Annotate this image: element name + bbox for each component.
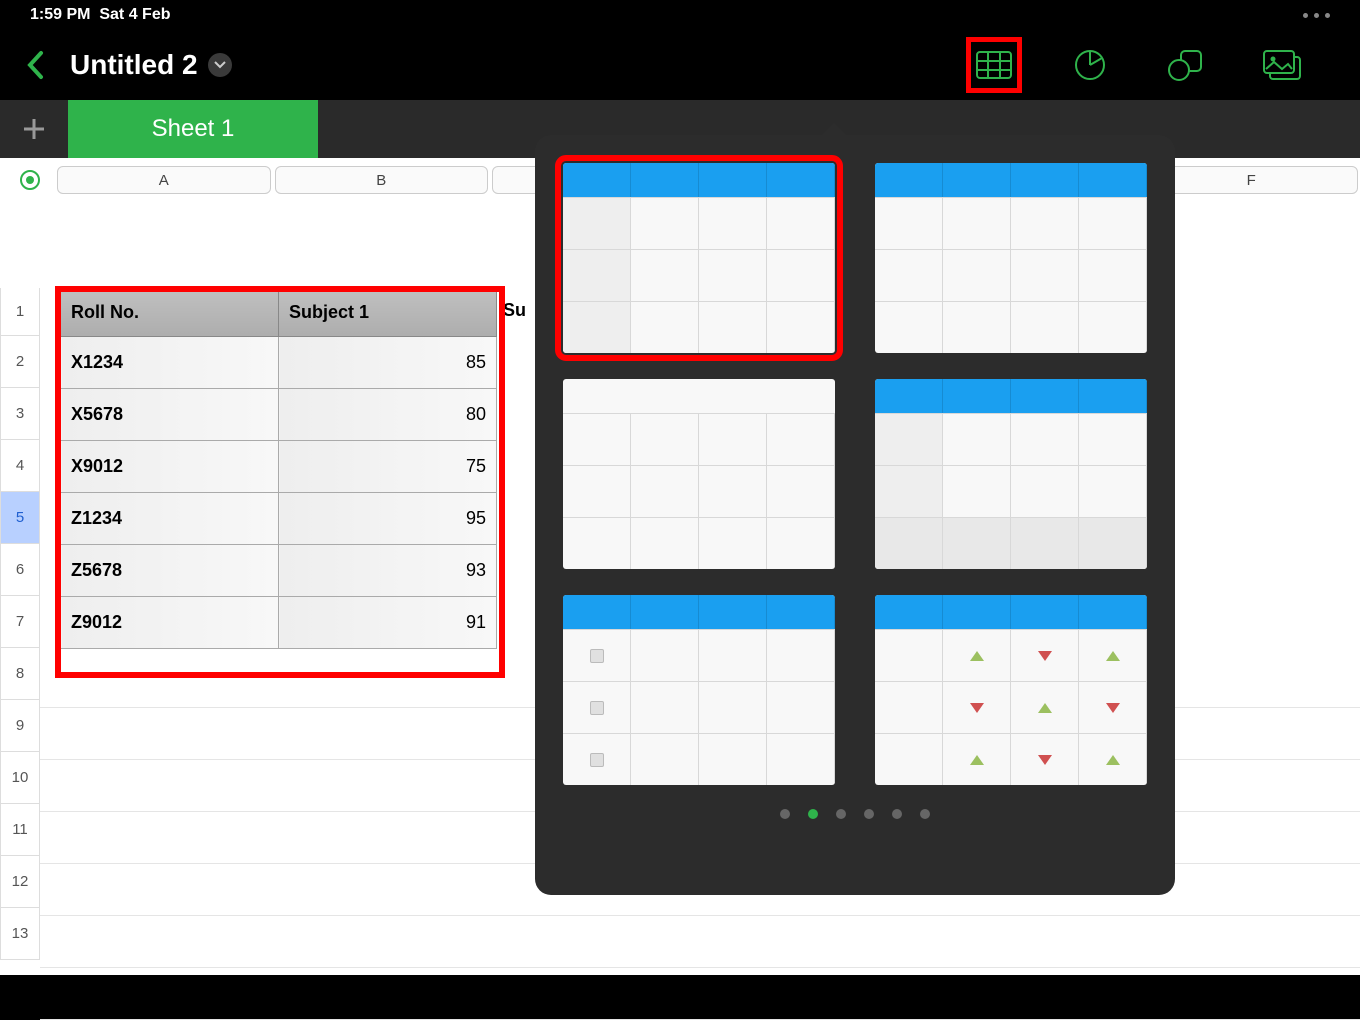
table-style-1[interactable] [563,163,835,353]
table-header[interactable]: Roll No. [61,289,279,337]
partial-header-c: Su [503,300,526,321]
col-header-b[interactable]: B [275,166,489,194]
insert-shape-icon[interactable] [1158,37,1214,93]
table-header[interactable]: Subject 1 [279,289,497,337]
document-title[interactable]: Untitled 2 [70,49,232,81]
row-header-3[interactable]: 3 [0,388,40,440]
row-header-10[interactable]: 10 [0,752,40,804]
nav-bar: Untitled 2 [0,30,1360,100]
table-cell[interactable]: 93 [279,545,497,597]
table-style-4[interactable] [875,379,1147,569]
table-cell[interactable]: 80 [279,389,497,441]
row-header-8[interactable]: 8 [0,648,40,700]
row-header-4[interactable]: 4 [0,440,40,492]
pager-dot[interactable] [780,809,790,819]
pager-dot[interactable] [808,809,818,819]
insert-chart-icon[interactable] [1062,37,1118,93]
table-style-3[interactable] [563,379,835,569]
status-time-date: 1:59 PM Sat 4 Feb [30,6,171,24]
popover-pager[interactable] [563,809,1147,819]
row-header-9[interactable]: 9 [0,700,40,752]
row-header-12[interactable]: 12 [0,856,40,908]
add-sheet-button[interactable] [0,100,68,158]
col-header-a[interactable]: A [57,166,271,194]
select-all-handle[interactable] [20,170,40,190]
status-bar: 1:59 PM Sat 4 Feb [0,0,1360,30]
pager-dot[interactable] [864,809,874,819]
row-header-5[interactable]: 5 [0,492,40,544]
pager-dot[interactable] [836,809,846,819]
table-style-5[interactable] [563,595,835,785]
data-table[interactable]: Roll No.Subject 1 X123485X567880X901275Z… [60,288,497,649]
more-icon[interactable] [1303,13,1330,18]
row-header-6[interactable]: 6 [0,544,40,596]
back-button[interactable] [20,45,50,85]
table-cell[interactable]: Z9012 [61,597,279,649]
table-styles-popover [535,135,1175,895]
table-cell[interactable]: 75 [279,441,497,493]
pager-dot[interactable] [892,809,902,819]
insert-media-icon[interactable] [1254,37,1310,93]
insert-table-icon[interactable] [966,37,1022,93]
table-cell[interactable]: 95 [279,493,497,545]
table-cell[interactable]: X5678 [61,389,279,441]
col-header-f[interactable]: F [1145,166,1359,194]
table-style-6[interactable] [875,595,1147,785]
table-cell[interactable]: Z1234 [61,493,279,545]
table-style-2[interactable] [875,163,1147,353]
row-header-1[interactable]: 1 [0,288,40,336]
table-cell[interactable]: X9012 [61,441,279,493]
row-header-13[interactable]: 13 [0,908,40,960]
table-cell[interactable]: Z5678 [61,545,279,597]
row-header-7[interactable]: 7 [0,596,40,648]
table-cell[interactable]: X1234 [61,337,279,389]
row-header-11[interactable]: 11 [0,804,40,856]
row-header-2[interactable]: 2 [0,336,40,388]
table-cell[interactable]: 85 [279,337,497,389]
table-cell[interactable]: 91 [279,597,497,649]
sheet-tab-1[interactable]: Sheet 1 [68,100,318,158]
pager-dot[interactable] [920,809,930,819]
chevron-down-icon[interactable] [208,53,232,77]
